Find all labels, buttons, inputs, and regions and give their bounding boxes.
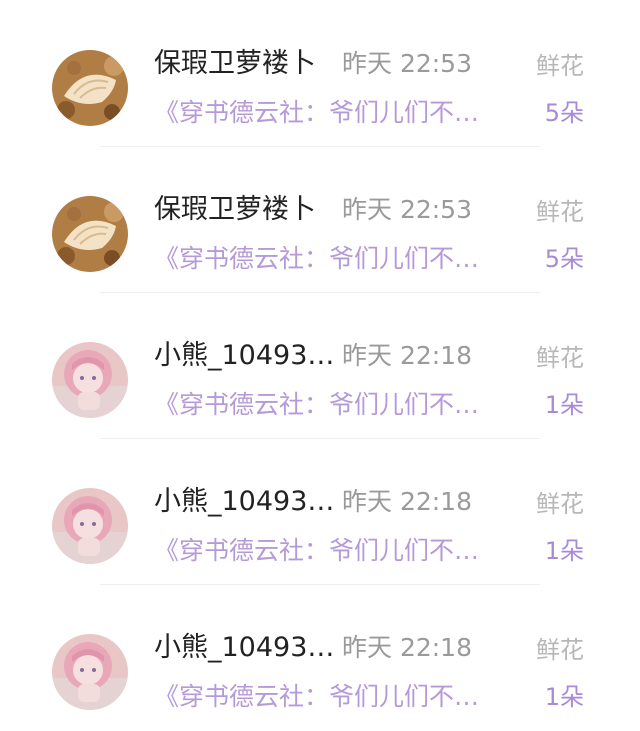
- gift-count: 5朵: [544, 245, 584, 273]
- gift-record-item[interactable]: 保瑕卫萝褛卜 昨天 22:53 鲜花 《穿书德云社：爷们儿们不… 5朵: [0, 146, 640, 293]
- gift-record-list: 保瑕卫萝褛卜 昨天 22:53 鲜花 《穿书德云社：爷们儿们不… 5朵 保瑕卫萝…: [0, 0, 640, 729]
- gift-count: 1朵: [544, 391, 584, 419]
- anime-girl-avatar-icon[interactable]: [52, 342, 128, 418]
- gift-time: 昨天 22:18: [342, 633, 472, 662]
- gift-time: 昨天 22:18: [342, 487, 472, 516]
- gift-count: 1朵: [544, 683, 584, 711]
- gift-count: 5朵: [544, 99, 584, 127]
- user-name[interactable]: 小熊_10493…: [154, 628, 334, 668]
- gift-time: 昨天 22:53: [342, 49, 472, 78]
- user-name[interactable]: 保瑕卫萝褛卜: [154, 44, 316, 84]
- anime-girl-avatar-icon[interactable]: [52, 634, 128, 710]
- gift-record-item[interactable]: 小熊_10493… 昨天 22:18 鲜花 《穿书德云社：爷们儿们不… 1朵: [0, 438, 640, 585]
- gift-type-label: 鲜花: [536, 636, 584, 664]
- book-title-link[interactable]: 《穿书德云社：爷们儿们不…: [154, 385, 516, 425]
- user-name[interactable]: 小熊_10493…: [154, 482, 334, 522]
- gift-type-label: 鲜花: [536, 52, 584, 80]
- book-title-link[interactable]: 《穿书德云社：爷们儿们不…: [154, 677, 516, 717]
- user-name[interactable]: 保瑕卫萝褛卜: [154, 190, 316, 230]
- gift-time: 昨天 22:53: [342, 195, 472, 224]
- gift-count: 1朵: [544, 537, 584, 565]
- gift-type-label: 鲜花: [536, 490, 584, 518]
- book-title-link[interactable]: 《穿书德云社：爷们儿们不…: [154, 531, 516, 571]
- user-name[interactable]: 小熊_10493…: [154, 336, 334, 376]
- anime-girl-avatar-icon[interactable]: [52, 488, 128, 564]
- book-title-link[interactable]: 《穿书德云社：爷们儿们不…: [154, 93, 516, 133]
- gift-record-item[interactable]: 小熊_10493… 昨天 22:18 鲜花 《穿书德云社：爷们儿们不… 1朵: [0, 584, 640, 731]
- shell-avatar-icon[interactable]: [52, 196, 128, 272]
- gift-record-item[interactable]: 保瑕卫萝褛卜 昨天 22:53 鲜花 《穿书德云社：爷们儿们不… 5朵: [0, 0, 640, 147]
- shell-avatar-icon[interactable]: [52, 50, 128, 126]
- gift-record-item[interactable]: 小熊_10493… 昨天 22:18 鲜花 《穿书德云社：爷们儿们不… 1朵: [0, 292, 640, 439]
- gift-type-label: 鲜花: [536, 198, 584, 226]
- book-title-link[interactable]: 《穿书德云社：爷们儿们不…: [154, 239, 516, 279]
- gift-type-label: 鲜花: [536, 344, 584, 372]
- gift-time: 昨天 22:18: [342, 341, 472, 370]
